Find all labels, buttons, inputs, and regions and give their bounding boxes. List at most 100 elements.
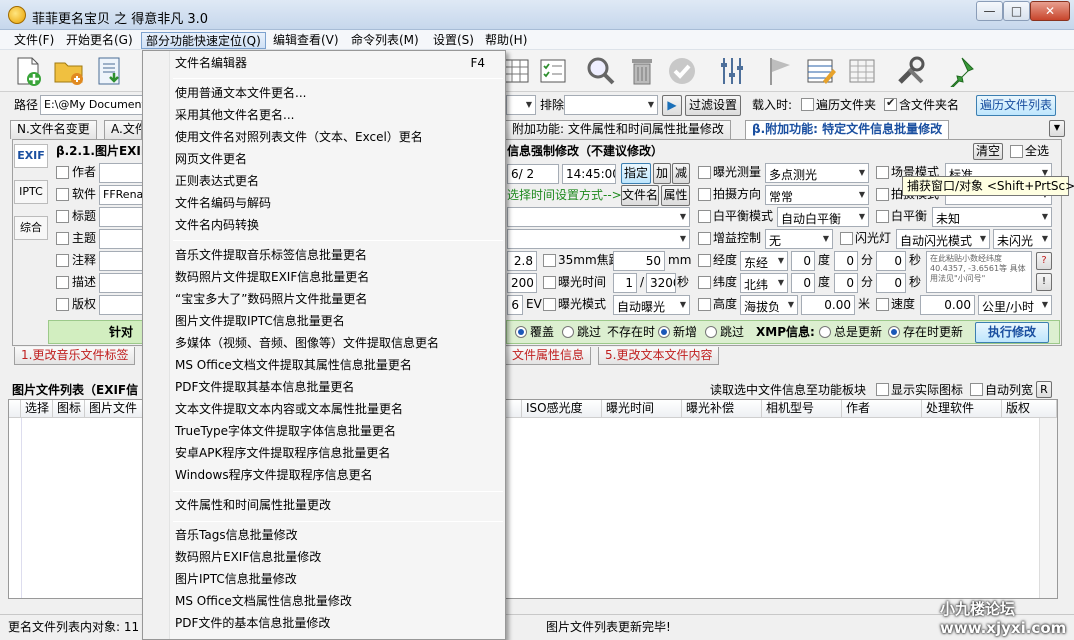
exposure-mode-select[interactable]: 自动曝光 bbox=[613, 295, 690, 315]
menu-item-file-attr-change[interactable]: 文件属性和时间属性批量更改 bbox=[175, 495, 331, 515]
software-input[interactable]: FFRena bbox=[99, 185, 143, 205]
menu-item-other-filename-rename[interactable]: 采用其他文件名更名... bbox=[175, 105, 294, 125]
traverse-checkbox[interactable] bbox=[801, 98, 814, 111]
tab-filename-change[interactable]: N.文件名变更 bbox=[10, 120, 97, 139]
refresh-button[interactable]: R bbox=[1036, 381, 1052, 398]
menu-quick-locate[interactable]: 部分功能快速定位(Q) bbox=[141, 32, 266, 49]
tab-specific-file-info[interactable]: β.附加功能: 特定文件信息批量修改 bbox=[745, 120, 950, 139]
shoot-direction-select[interactable]: 常常 bbox=[765, 185, 869, 205]
search-icon[interactable] bbox=[585, 55, 617, 87]
latitude-checkbox[interactable] bbox=[698, 276, 711, 289]
copyright-checkbox[interactable] bbox=[56, 298, 69, 311]
traverse-list-button[interactable]: 遍历文件列表 bbox=[976, 95, 1056, 116]
longitude-checkbox[interactable] bbox=[698, 254, 711, 267]
menu-file[interactable]: 文件(F) bbox=[10, 32, 58, 49]
column-header-iso[interactable]: ISO感光度 bbox=[522, 400, 602, 418]
exclude-select[interactable] bbox=[564, 95, 658, 115]
add-new-radio[interactable] bbox=[658, 326, 670, 338]
exposure-den-input[interactable]: 3200 bbox=[646, 273, 676, 293]
filename-button[interactable]: 文件名 bbox=[621, 185, 659, 206]
ev-input[interactable]: 6 bbox=[507, 295, 523, 315]
author-checkbox[interactable] bbox=[56, 166, 69, 179]
tab-music-tags[interactable]: 1.更改音乐文件标签 bbox=[14, 347, 136, 365]
specify-button[interactable]: 指定 bbox=[621, 163, 651, 184]
menu-item-encode-decode[interactable]: 文件名编码与解码 bbox=[175, 193, 271, 213]
wb-mode-checkbox[interactable] bbox=[698, 210, 711, 223]
execute-button[interactable]: 执行修改 bbox=[975, 322, 1049, 343]
menu-command-list[interactable]: 命令列表(M) bbox=[347, 32, 423, 49]
grid-icon[interactable] bbox=[846, 55, 878, 87]
menu-item-exif-rename[interactable]: 数码照片文件提取EXIF信息批量更名 bbox=[175, 267, 369, 287]
menu-item-regex-rename[interactable]: 正则表达式更名 bbox=[175, 171, 259, 191]
comment-input[interactable] bbox=[99, 251, 143, 271]
close-button[interactable]: ✕ bbox=[1030, 1, 1070, 21]
read-info-label[interactable]: 读取选中文件信息至功能板块 bbox=[710, 382, 866, 398]
pin-icon[interactable] bbox=[944, 55, 976, 87]
wb-mode-select[interactable]: 自动白平衡 bbox=[777, 207, 869, 227]
gain-checkbox[interactable] bbox=[698, 232, 711, 245]
new-file-icon[interactable] bbox=[12, 55, 44, 87]
shoot-mode-checkbox[interactable] bbox=[876, 188, 889, 201]
software-checkbox[interactable] bbox=[56, 188, 69, 201]
add-button[interactable]: 加 bbox=[653, 163, 671, 184]
menu-start-rename[interactable]: 开始更名(G) bbox=[62, 32, 137, 49]
latitude-min-input[interactable]: 0 bbox=[834, 273, 858, 293]
menu-item-webpage-rename[interactable]: 网页文件更名 bbox=[175, 149, 247, 169]
title-input[interactable] bbox=[99, 207, 143, 227]
wb-checkbox[interactable] bbox=[876, 210, 889, 223]
menu-item-mapping-list-rename[interactable]: 使用文件名对照列表文件（文本、Excel）更名 bbox=[175, 127, 423, 147]
menu-settings[interactable]: 设置(S) bbox=[429, 32, 478, 49]
column-header-select[interactable]: 选择 bbox=[21, 400, 53, 418]
auto-width-checkbox[interactable] bbox=[970, 383, 983, 396]
exposure-num-input[interactable]: 1 bbox=[613, 273, 637, 293]
menu-item-code-convert[interactable]: 文件名内码转换 bbox=[175, 215, 259, 235]
longitude-dir-select[interactable]: 东经 bbox=[740, 251, 788, 271]
latitude-deg-input[interactable]: 0 bbox=[791, 273, 815, 293]
column-header-image-file[interactable]: 图片文件 bbox=[85, 400, 145, 418]
speed-unit-select[interactable]: 公里/小时 bbox=[978, 295, 1052, 315]
focal-input[interactable]: 50 bbox=[613, 251, 665, 271]
check-icon[interactable] bbox=[666, 55, 698, 87]
column-header-icon[interactable]: 图标 bbox=[53, 400, 85, 418]
overwrite-radio[interactable] bbox=[515, 326, 527, 338]
show-icon-checkbox[interactable] bbox=[876, 383, 889, 396]
coordinate-paste-input[interactable]: 在此粘贴小数经纬度 40.4357, -3.6561等 具体用法见"小问号" bbox=[926, 251, 1032, 293]
maximize-button[interactable]: □ bbox=[1003, 1, 1030, 21]
menu-item-filename-editor[interactable]: 文件名编辑器 F4 bbox=[175, 53, 485, 73]
longitude-sec-input[interactable]: 0 bbox=[876, 251, 906, 271]
menu-help[interactable]: 帮助(H) bbox=[481, 32, 531, 49]
menu-item-iptc-rename[interactable]: 图片文件提取IPTC信息批量更名 bbox=[175, 311, 345, 331]
include-folder-checkbox[interactable] bbox=[884, 96, 897, 111]
aperture-input[interactable]: 2.8 bbox=[507, 251, 537, 271]
tab-file-attr-info[interactable]: 文件属性信息 bbox=[506, 347, 592, 365]
select-all-checkbox[interactable] bbox=[1010, 145, 1023, 158]
menu-item-office-edit[interactable]: MS Office文档属性信息批量修改 bbox=[175, 591, 352, 611]
speed-input[interactable]: 0.00 bbox=[920, 295, 975, 315]
latitude-dir-select[interactable]: 北纬 bbox=[740, 273, 788, 293]
exposure-mode-checkbox[interactable] bbox=[543, 298, 556, 311]
warning-button[interactable]: ! bbox=[1036, 273, 1052, 291]
metering-select[interactable]: 多点测光 bbox=[765, 163, 869, 183]
tab-file[interactable]: A.文件 bbox=[104, 120, 142, 139]
menu-item-text-content-rename[interactable]: 文本文件提取文本内容或文本属性批量更名 bbox=[175, 399, 403, 419]
shoot-direction-checkbox[interactable] bbox=[698, 188, 711, 201]
focal35-checkbox[interactable] bbox=[543, 254, 556, 267]
menu-item-plain-text-rename[interactable]: 使用普通文本文件更名... bbox=[175, 83, 306, 103]
latitude-sec-input[interactable]: 0 bbox=[876, 273, 906, 293]
field-select-2[interactable] bbox=[507, 229, 690, 249]
menu-item-pdf-edit[interactable]: PDF文件的基本信息批量修改 bbox=[175, 613, 330, 633]
flag-icon[interactable] bbox=[763, 55, 795, 87]
menu-item-multimedia-rename[interactable]: 多媒体（视频、音频、图像等）文件提取信息更名 bbox=[175, 333, 439, 353]
checklist-icon[interactable] bbox=[537, 55, 569, 87]
metering-checkbox[interactable] bbox=[698, 166, 711, 179]
help-button[interactable]: ? bbox=[1036, 252, 1052, 270]
skip2-radio[interactable] bbox=[705, 326, 717, 338]
path-dropdown[interactable] bbox=[506, 95, 536, 115]
menu-item-windows-exe-rename[interactable]: Windows程序文件提取程序信息更名 bbox=[175, 465, 373, 485]
menu-item-apk-rename[interactable]: 安卓APK程序文件提取程序信息批量更名 bbox=[175, 443, 390, 463]
subtract-button[interactable]: 减 bbox=[672, 163, 690, 184]
menu-edit-view[interactable]: 编辑查看(V) bbox=[269, 32, 343, 49]
menu-item-font-rename[interactable]: TrueType字体文件提取字体信息批量更名 bbox=[175, 421, 396, 441]
side-tab-exif[interactable]: EXIF bbox=[14, 144, 48, 168]
attribute-button[interactable]: 属性 bbox=[661, 185, 690, 206]
